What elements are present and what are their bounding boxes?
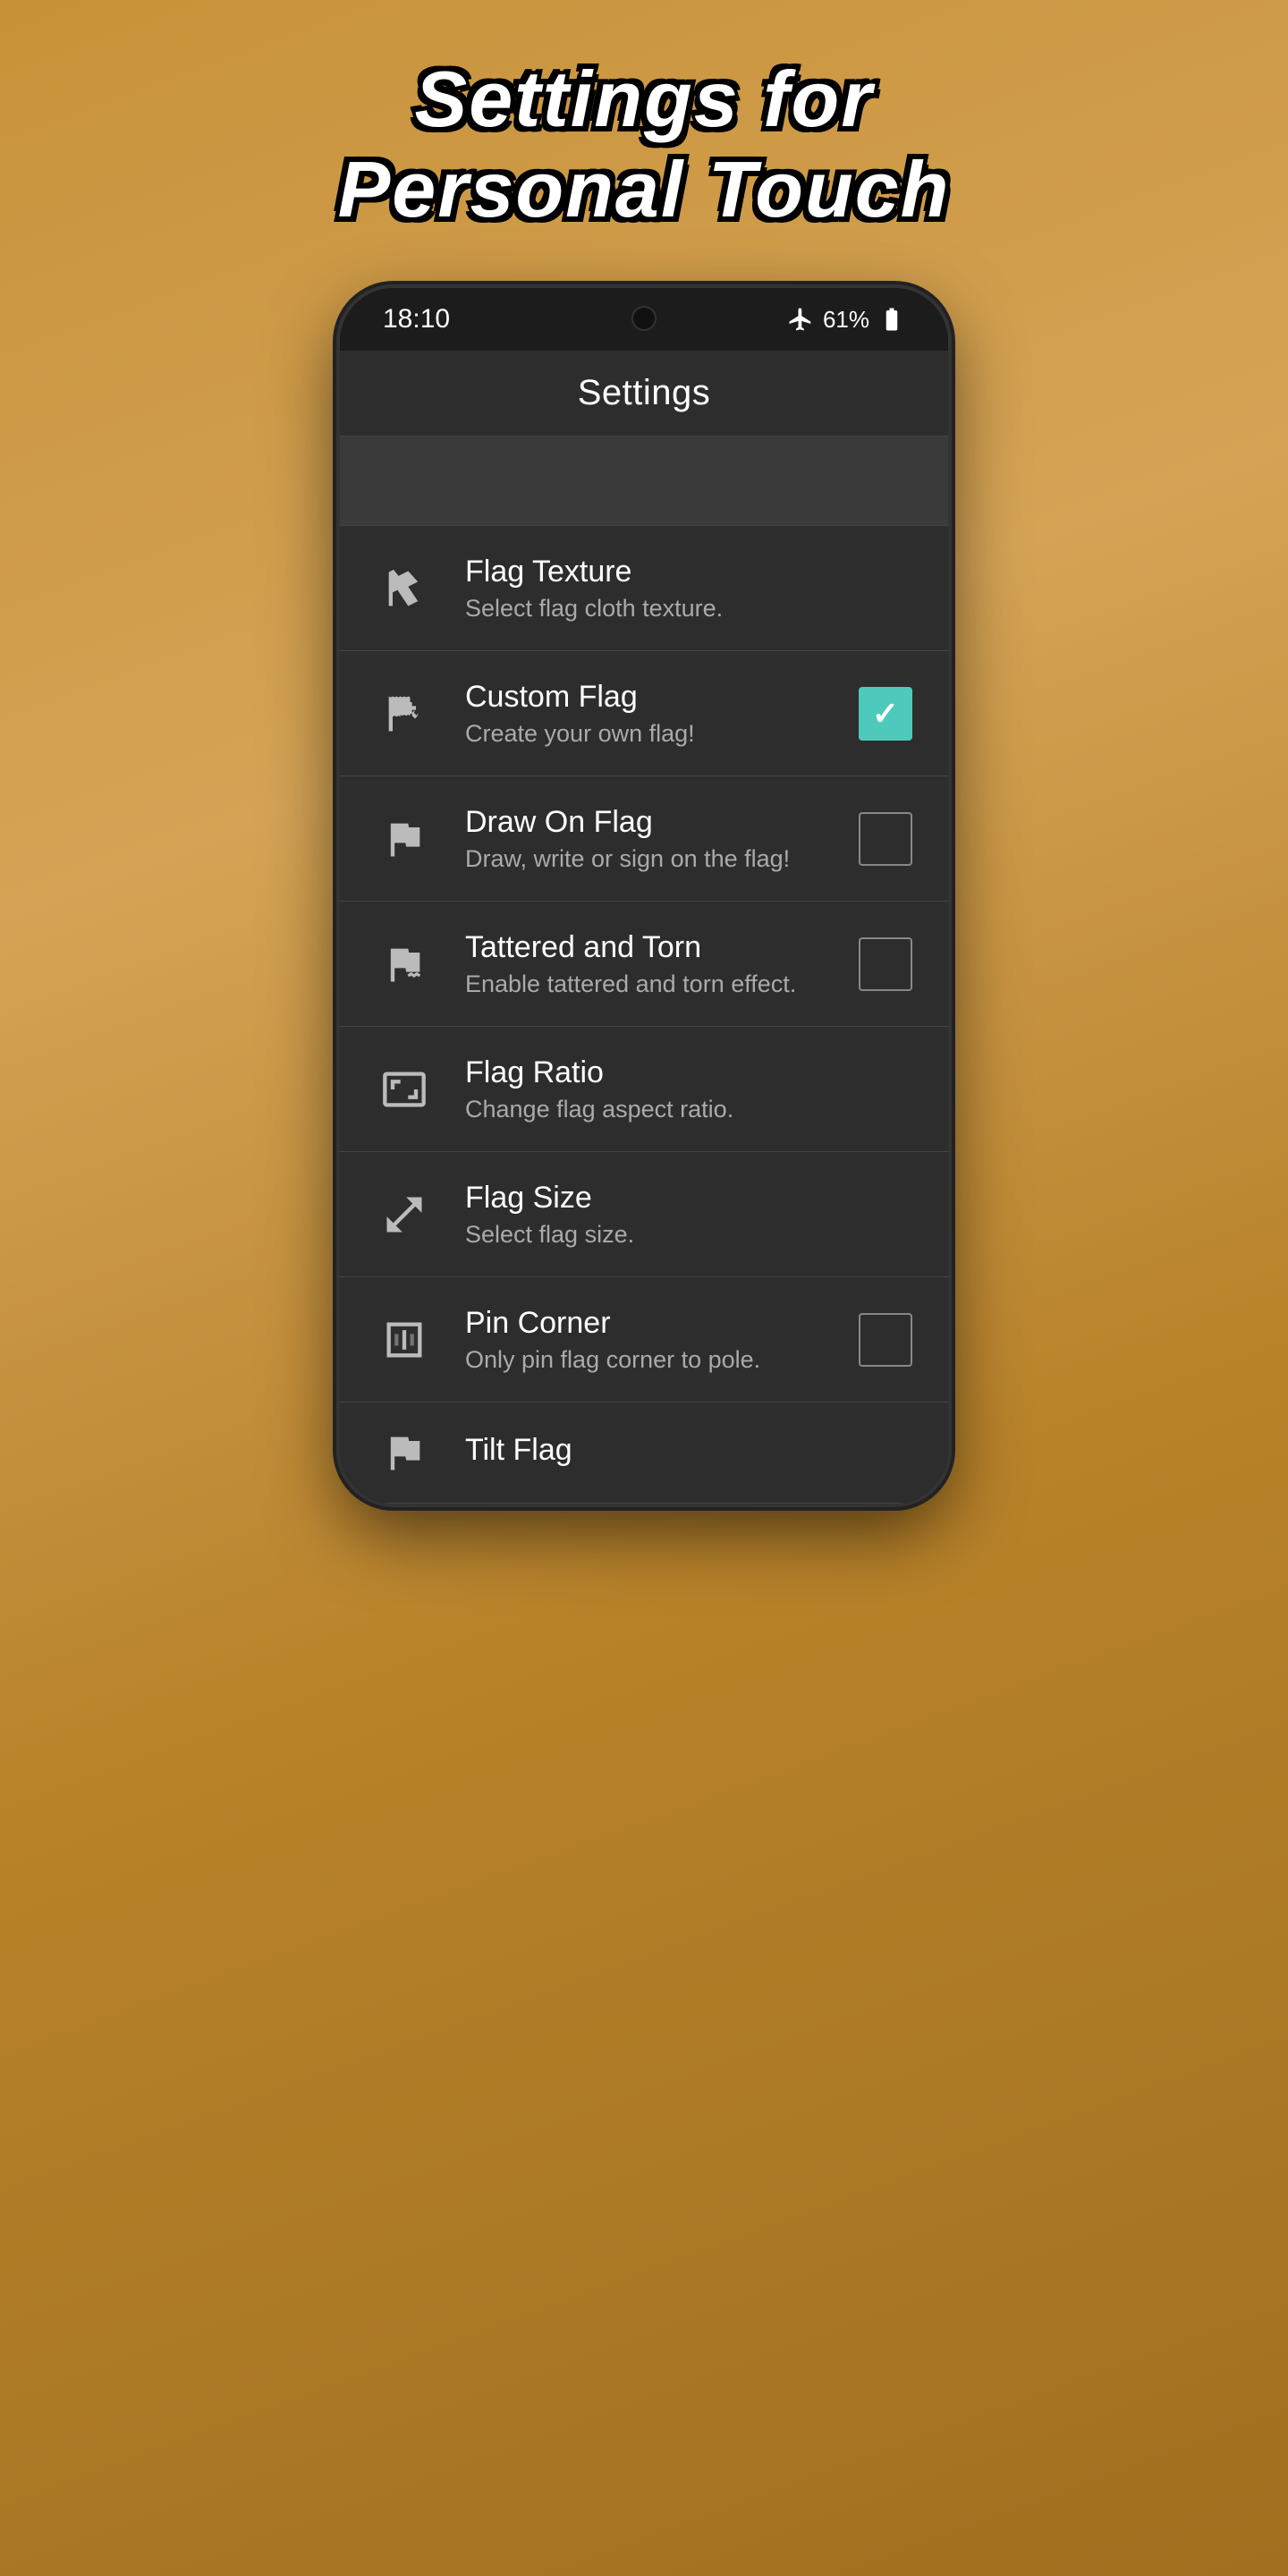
status-time: 18:10 — [383, 304, 450, 335]
tattered-flag-icon — [376, 936, 433, 993]
flag-ratio-subtitle: Change flag aspect ratio. — [465, 1096, 912, 1123]
settings-item-pin-corner[interactable]: Pin Corner Only pin flag corner to pole. — [340, 1277, 948, 1402]
settings-item-flag-ratio[interactable]: Flag Ratio Change flag aspect ratio. — [340, 1027, 948, 1152]
draw-on-flag-checkbox[interactable] — [859, 812, 912, 866]
app-bar-title: Settings — [578, 373, 711, 413]
status-icons: 61% — [787, 306, 905, 334]
draw-on-flag-title: Draw On Flag — [465, 805, 826, 840]
settings-item-draw-on-flag[interactable]: Draw On Flag Draw, write or sign on the … — [340, 776, 948, 902]
settings-item-tattered-torn[interactable]: Tattered and Torn Enable tattered and to… — [340, 902, 948, 1027]
flag-ratio-icon — [376, 1061, 433, 1118]
pin-corner-checkbox[interactable] — [859, 1313, 912, 1367]
tilt-flag-title: Tilt Flag — [465, 1433, 912, 1468]
flag-ratio-title: Flag Ratio — [465, 1055, 912, 1090]
custom-flag-text: Custom Flag Create your own flag! — [465, 680, 826, 748]
draw-on-flag-subtitle: Draw, write or sign on the flag! — [465, 845, 826, 873]
pin-corner-title: Pin Corner — [465, 1306, 826, 1341]
flag-texture-subtitle: Select flag cloth texture. — [465, 595, 912, 623]
tilt-flag-icon — [376, 1424, 433, 1481]
flag-size-icon — [376, 1186, 433, 1243]
battery-icon — [878, 306, 905, 333]
tattered-torn-subtitle: Enable tattered and torn effect. — [465, 970, 826, 998]
status-bar: 18:10 61% — [340, 288, 948, 351]
camera-notch — [631, 306, 657, 331]
flag-texture-icon — [376, 560, 433, 617]
settings-item-custom-flag[interactable]: Custom Flag Create your own flag! — [340, 651, 948, 776]
custom-flag-checkbox[interactable] — [859, 687, 912, 741]
tilt-flag-text: Tilt Flag — [465, 1433, 912, 1473]
battery-percent: 61% — [823, 306, 869, 334]
tattered-torn-title: Tattered and Torn — [465, 930, 826, 965]
flag-texture-text: Flag Texture Select flag cloth texture. — [465, 555, 912, 623]
airplane-icon — [787, 306, 814, 333]
pin-corner-text: Pin Corner Only pin flag corner to pole. — [465, 1306, 826, 1374]
settings-content: Flag Texture Select flag cloth texture. … — [340, 436, 948, 1504]
draw-flag-icon — [376, 810, 433, 868]
phone-frame: 18:10 61% Settings — [340, 288, 948, 1504]
flag-ratio-text: Flag Ratio Change flag aspect ratio. — [465, 1055, 912, 1123]
empty-section — [340, 436, 948, 526]
flag-size-text: Flag Size Select flag size. — [465, 1181, 912, 1249]
tattered-torn-checkbox[interactable] — [859, 937, 912, 991]
settings-item-flag-texture[interactable]: Flag Texture Select flag cloth texture. — [340, 526, 948, 651]
draw-on-flag-text: Draw On Flag Draw, write or sign on the … — [465, 805, 826, 873]
custom-flag-title: Custom Flag — [465, 680, 826, 715]
flag-texture-title: Flag Texture — [465, 555, 912, 589]
custom-flag-icon — [376, 685, 433, 742]
custom-flag-subtitle: Create your own flag! — [465, 720, 826, 748]
pin-corner-subtitle: Only pin flag corner to pole. — [465, 1346, 826, 1374]
settings-item-tilt-flag[interactable]: Tilt Flag — [340, 1402, 948, 1504]
page-title: Settings for Personal Touch — [338, 54, 951, 234]
settings-item-flag-size[interactable]: Flag Size Select flag size. — [340, 1152, 948, 1277]
tattered-torn-text: Tattered and Torn Enable tattered and to… — [465, 930, 826, 998]
flag-size-title: Flag Size — [465, 1181, 912, 1216]
flag-size-subtitle: Select flag size. — [465, 1221, 912, 1249]
pin-corner-icon — [376, 1311, 433, 1368]
app-bar: Settings — [340, 351, 948, 436]
